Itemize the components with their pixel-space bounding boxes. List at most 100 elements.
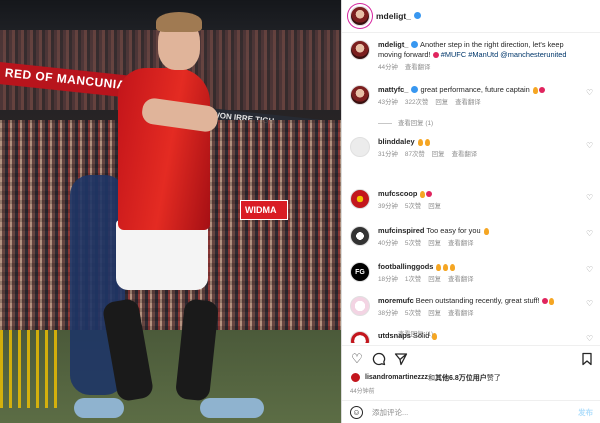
share-icon[interactable] [394,352,408,366]
player-figure [74,10,264,423]
comment-heart-icon[interactable]: ♡ [586,334,595,343]
comment-likes[interactable]: 322次赞 [405,99,428,106]
red-circle-emoji-icon [538,87,545,94]
translate-link[interactable]: 查看翻译 [455,99,481,106]
comment-heart-icon[interactable]: ♡ [586,88,595,97]
player-boot-left [74,398,124,418]
view-replies-link[interactable]: 查看回复 (1) [378,118,433,127]
commenter-username[interactable]: mufcscoop [378,189,417,198]
caption-hashtags[interactable]: #MUFC #ManUtd [441,50,499,59]
player-hair [156,12,202,32]
clap-emoji-icon [436,263,442,271]
comment-heart-icon[interactable]: ♡ [586,193,595,202]
comment-likes[interactable]: 5次赞 [405,203,421,210]
player-boot-right [200,398,264,418]
liker-avatar [350,372,361,383]
commenter-avatar[interactable] [350,296,370,316]
commenter-avatar[interactable] [350,189,370,209]
verified-badge-icon [411,85,419,93]
comment-item: moremufc Been outstanding recently, grea… [350,296,600,319]
translate-link[interactable]: 查看翻译 [448,240,474,247]
commenter-username[interactable]: blinddaley [378,137,415,146]
commenter-username[interactable]: mattyfc_ [378,85,408,94]
reply-button[interactable]: 回复 [432,151,445,158]
caption-time: 44分钟 [378,64,398,71]
red-circle-emoji-icon [432,52,439,59]
fire-emoji-icon [424,138,430,146]
likes-count[interactable]: 其他6.8万位用户 [435,373,487,383]
caption-mention[interactable]: @manchesterunited [500,50,566,59]
comment-time: 38分钟 [378,310,398,317]
comment-input[interactable]: 添加评论... [372,407,578,418]
clap-emoji-icon [443,263,449,271]
commenter-avatar[interactable]: FG [350,262,370,282]
comments-list[interactable]: mdeligt_ Another step in the right direc… [342,33,600,343]
comment-heart-icon[interactable]: ♡ [586,265,595,274]
comment-likes[interactable]: 1次赞 [405,276,421,283]
red-circle-emoji-icon [426,191,433,198]
comment-item: utdsnaps Solid [350,331,600,343]
fire-emoji-icon [417,138,423,146]
reply-button[interactable]: 回复 [428,310,441,317]
liker-username[interactable]: lisandromartinezzz [365,374,428,381]
post-header: mdeligt_ [342,0,600,33]
comment-time: 40分钟 [378,240,398,247]
comment-time: 43分钟 [378,99,398,106]
emoji-icon[interactable]: ☺ [350,405,363,419]
likes-summary[interactable]: lisandromartinezzz 和其他6.8万位用户 赞了 [350,372,501,383]
comment-heart-icon[interactable]: ♡ [586,141,595,150]
player-sock-left [101,297,155,403]
commenter-avatar[interactable] [350,137,370,157]
author-username[interactable]: mdeligt_ [376,11,421,21]
add-comment-bar: ☺ 添加评论... 发布 [342,400,600,423]
author-avatar[interactable] [350,6,370,26]
post-comment-button[interactable]: 发布 [578,407,593,418]
comment-item: mufcscoop 39分钟 5次赞 回复 [350,189,600,212]
yellow-railing [0,330,60,408]
post-timestamp: 44分钟前 [350,389,375,395]
clap-emoji-icon [450,263,456,271]
author-avatar[interactable] [350,40,370,60]
commenter-avatar[interactable] [350,331,370,343]
comment-icon[interactable] [372,352,386,366]
reply-button[interactable]: 回复 [428,240,441,247]
translate-link[interactable]: 查看翻译 [448,276,474,283]
fire-emoji-icon [532,86,538,94]
commenter-username[interactable]: footballinggods [378,262,433,271]
heart-icon[interactable]: ♡ [350,352,364,366]
commenter-avatar[interactable] [350,226,370,246]
action-bar: ♡ [342,345,600,371]
translate-link[interactable]: 查看翻译 [405,64,431,71]
comment-likes[interactable]: 5次赞 [405,240,421,247]
fire-emoji-icon [420,190,426,198]
commenter-username[interactable]: moremufc [378,296,414,305]
translate-link[interactable]: 查看翻译 [452,151,478,158]
comment-time: 39分钟 [378,203,398,210]
comment-item: mufcinspired Too easy for you 40分钟 5次赞 回复查… [350,226,600,249]
commenter-avatar[interactable] [350,85,370,105]
reply-button[interactable]: 回复 [435,99,448,106]
commenter-username[interactable]: mufcinspired [378,226,424,235]
comment-panel: mdeligt_ mdeligt_ Another step in the ri… [341,0,600,423]
caption: mdeligt_ Another step in the right direc… [350,40,600,73]
reply-button[interactable]: 回复 [428,203,441,210]
comment-time: 18分钟 [378,276,398,283]
verified-badge-icon [413,12,421,20]
comment-text: Too easy for you [426,226,481,235]
comment-likes[interactable]: 87次赞 [405,151,425,158]
player-shirt [118,68,210,230]
comment-heart-icon[interactable]: ♡ [586,299,595,308]
comment-item: mattyfc_ great performance, future capta… [350,85,600,108]
commenter-username[interactable]: utdsnaps [378,331,411,340]
translate-link[interactable]: 查看翻译 [448,310,474,317]
comment-likes[interactable]: 5次赞 [405,310,421,317]
reply-button[interactable]: 回复 [428,276,441,283]
comment-heart-icon[interactable]: ♡ [586,229,595,238]
raised-hands-emoji-icon [548,297,554,305]
comment-time: 31分钟 [378,151,398,158]
bookmark-icon[interactable] [580,352,594,366]
caption-username[interactable]: mdeligt_ [378,40,408,49]
player-sock-right [174,298,220,402]
post-photo[interactable]: RED OF MANCUNIA FEA WON IRRE TIGH WIDMA [0,0,341,423]
fire-emoji-icon [432,332,438,340]
